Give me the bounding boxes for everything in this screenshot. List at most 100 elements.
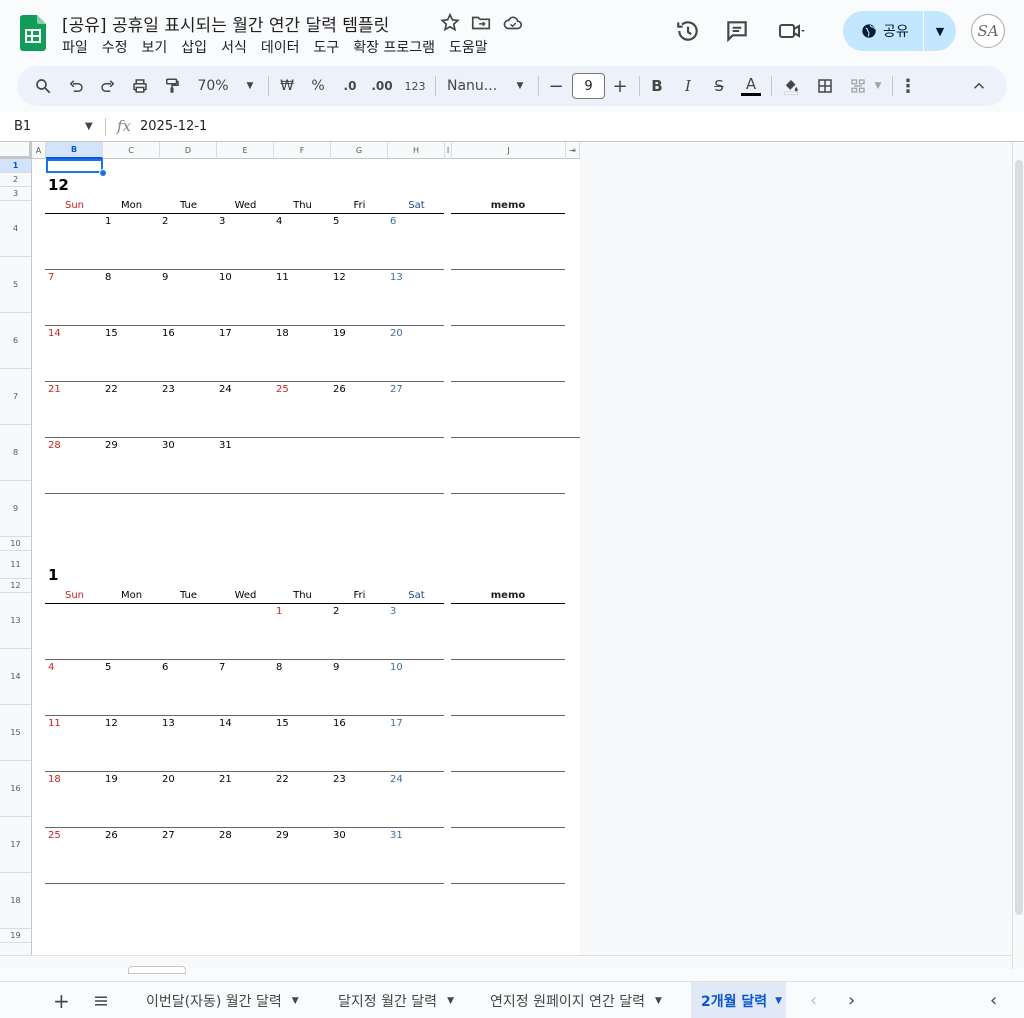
row-header-14[interactable]: 14	[0, 649, 31, 705]
format-percent-button[interactable]: %	[308, 74, 328, 98]
calendar-day-cell[interactable]: 20	[162, 774, 175, 785]
share-main-button[interactable]: 공유	[843, 11, 923, 51]
column-header-h[interactable]: H	[388, 142, 445, 159]
sheet-tab-menu-icon[interactable]: ▼	[655, 996, 662, 1006]
sheet-tab-menu-icon[interactable]: ▼	[447, 996, 454, 1006]
format-currency-button[interactable]: ₩	[277, 74, 297, 98]
decrease-decimal-button[interactable]: .0	[339, 74, 361, 98]
name-box[interactable]: B1	[14, 119, 31, 134]
meet-video-icon[interactable]	[778, 18, 806, 44]
calendar-day-cell[interactable]: 5	[333, 216, 339, 227]
calendar-day-cell[interactable]: 2	[333, 606, 339, 617]
calendar-day-cell[interactable]: 1	[105, 216, 111, 227]
calendar-day-cell[interactable]: 24	[390, 774, 403, 785]
calendar-day-cell[interactable]: 23	[333, 774, 346, 785]
font-dropdown-icon[interactable]: ▼	[513, 74, 527, 98]
calendar-day-cell[interactable]: 21	[219, 774, 232, 785]
calendar-day-cell[interactable]: 24	[219, 384, 232, 395]
calendar-day-cell[interactable]: 1	[276, 606, 282, 617]
search-menus-icon[interactable]	[32, 74, 54, 98]
calendar-day-cell[interactable]: 4	[276, 216, 282, 227]
merge-dropdown-icon[interactable]: ▼	[872, 74, 884, 98]
menu-tools[interactable]: 도구	[306, 37, 346, 57]
merge-cells-icon[interactable]	[847, 74, 869, 98]
zoom-dropdown-icon[interactable]: ▼	[243, 74, 257, 98]
menu-edit[interactable]: 수정	[95, 37, 135, 57]
name-box-dropdown-icon[interactable]: ▼	[85, 121, 93, 132]
calendar-day-cell[interactable]: 2	[162, 216, 168, 227]
calendar-day-cell[interactable]: 22	[105, 384, 118, 395]
calendar-day-cell[interactable]: 5	[105, 662, 111, 673]
sheet-tab-yearly[interactable]: 연지정 원페이지 연간 달력 ▼	[490, 982, 662, 1018]
decrease-font-size-icon[interactable]: −	[546, 74, 566, 98]
share-button[interactable]: 공유 ▼	[843, 11, 956, 51]
avatar[interactable]: SA	[971, 14, 1005, 48]
calendar-day-cell[interactable]: 7	[48, 272, 54, 283]
calendar-day-cell[interactable]: 15	[276, 718, 289, 729]
calendar-day-cell[interactable]: 26	[105, 830, 118, 841]
calendar-day-cell[interactable]: 20	[390, 328, 403, 339]
row-header-16[interactable]: 16	[0, 761, 31, 817]
calendar-day-cell[interactable]: 9	[162, 272, 168, 283]
menu-data[interactable]: 데이터	[254, 37, 307, 57]
calendar-day-cell[interactable]: 17	[390, 718, 403, 729]
menu-extensions[interactable]: 확장 프로그램	[346, 37, 442, 57]
row-header-1[interactable]: 1	[0, 159, 31, 173]
row-header-8[interactable]: 8	[0, 425, 31, 481]
font-size-input[interactable]: 9	[572, 73, 605, 99]
calendar-day-cell[interactable]: 12	[333, 272, 346, 283]
vertical-scroll-thumb[interactable]	[1015, 160, 1023, 915]
cloud-saved-icon[interactable]	[502, 12, 524, 34]
row-header-12[interactable]: 12	[0, 579, 31, 593]
calendar-day-cell[interactable]: 16	[162, 328, 175, 339]
sheet-tab-menu-icon[interactable]: ▼	[775, 996, 782, 1006]
paint-format-icon[interactable]	[161, 74, 183, 98]
row-header-13[interactable]: 13	[0, 593, 31, 649]
row-header-6[interactable]: 6	[0, 313, 31, 369]
row-header-18[interactable]: 18	[0, 873, 31, 929]
all-sheets-icon[interactable]	[92, 982, 110, 1018]
column-header-f[interactable]: F	[274, 142, 331, 159]
calendar-day-cell[interactable]: 14	[48, 328, 61, 339]
horizontal-scrollbar[interactable]	[0, 955, 1012, 974]
calendar-day-cell[interactable]: 30	[333, 830, 346, 841]
scroll-tabs-left-icon[interactable]: ‹	[810, 982, 817, 1018]
calendar-day-cell[interactable]: 22	[276, 774, 289, 785]
calendar-day-cell[interactable]: 31	[219, 440, 232, 451]
calendar-day-cell[interactable]: 19	[105, 774, 118, 785]
increase-decimal-button[interactable]: .00	[369, 74, 395, 98]
calendar-day-cell[interactable]: 11	[48, 718, 61, 729]
calendar-day-cell[interactable]: 19	[333, 328, 346, 339]
move-folder-icon[interactable]	[470, 12, 492, 34]
calendar-day-cell[interactable]: 31	[390, 830, 403, 841]
add-sheet-icon[interactable]: +	[53, 982, 70, 1018]
calendar-day-cell[interactable]: 11	[276, 272, 289, 283]
sheet-tab-this-month[interactable]: 이번달(자동) 월간 달력 ▼	[146, 982, 299, 1018]
column-scroll-end-icon[interactable]: ⇥	[566, 142, 580, 159]
horizontal-scroll-thumb[interactable]	[128, 966, 186, 974]
calendar-day-cell[interactable]: 21	[48, 384, 61, 395]
font-family-select[interactable]: Nanu...	[447, 74, 503, 98]
select-all-corner[interactable]	[0, 142, 32, 159]
calendar-day-cell[interactable]: 15	[105, 328, 118, 339]
calendar-day-cell[interactable]: 18	[276, 328, 289, 339]
row-header-17[interactable]: 17	[0, 817, 31, 873]
calendar-day-cell[interactable]: 25	[48, 830, 61, 841]
calendar-day-cell[interactable]: 25	[276, 384, 289, 395]
redo-icon[interactable]	[97, 74, 119, 98]
sheets-logo-icon[interactable]	[20, 15, 46, 51]
print-icon[interactable]	[129, 74, 151, 98]
row-header-3[interactable]: 3	[0, 187, 31, 201]
row-header-19[interactable]: 19	[0, 929, 31, 943]
fill-color-icon[interactable]	[780, 74, 802, 98]
text-color-icon[interactable]: A	[741, 74, 761, 96]
selected-cell-b1[interactable]	[46, 159, 103, 173]
calendar-day-cell[interactable]: 16	[333, 718, 346, 729]
calendar-day-cell[interactable]: 6	[390, 216, 396, 227]
menu-format[interactable]: 서식	[214, 37, 254, 57]
row-header-15[interactable]: 15	[0, 705, 31, 761]
calendar-day-cell[interactable]: 6	[162, 662, 168, 673]
row-header-5[interactable]: 5	[0, 257, 31, 313]
calendar-day-cell[interactable]: 18	[48, 774, 61, 785]
more-formats-button[interactable]: 123	[403, 74, 427, 98]
